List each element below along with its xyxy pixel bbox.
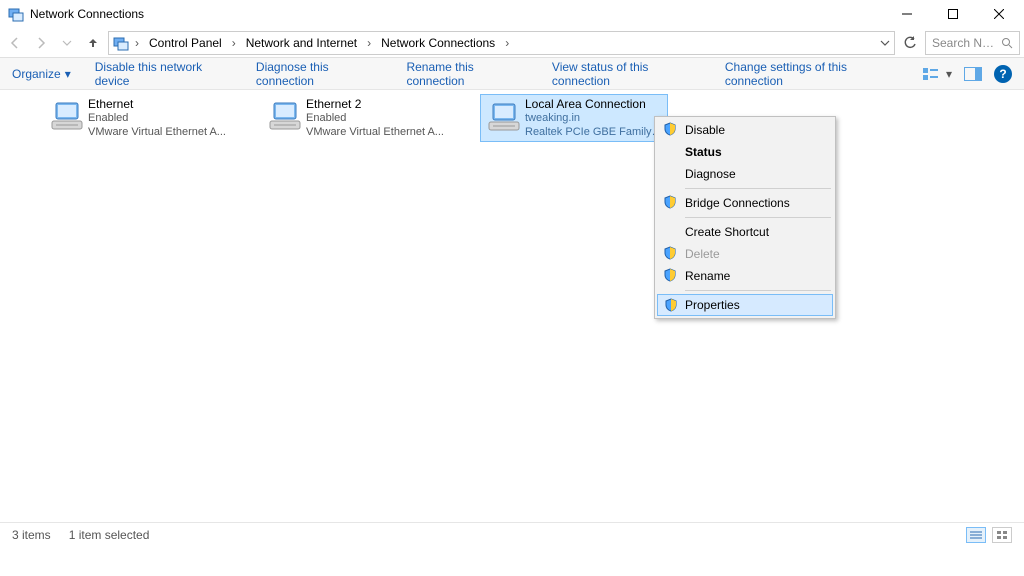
back-button[interactable] (4, 32, 26, 54)
context-menu: Disable Status Diagnose Bridge Connections C… (654, 116, 836, 319)
uac-shield-icon (663, 268, 677, 282)
recent-locations-button[interactable] (56, 32, 78, 54)
connection-name: Local Area Connection (525, 97, 663, 111)
window-title: Network Connections (30, 7, 144, 21)
app-icon (8, 6, 24, 22)
context-menu-item[interactable]: Status (657, 141, 833, 163)
uac-shield-icon (663, 195, 677, 209)
connection-item[interactable]: Ethernet 2 Enabled VMware Virtual Ethern… (262, 94, 477, 142)
connection-device: Realtek PCIe GBE Family C... (525, 125, 663, 139)
view-icon (922, 67, 938, 81)
search-icon (1001, 37, 1013, 49)
chevron-down-icon: ▾ (946, 67, 952, 81)
connection-status: Enabled (88, 111, 255, 125)
connection-device: VMware Virtual Ethernet A... (306, 125, 473, 139)
uac-shield-icon (664, 298, 678, 312)
details-view-button[interactable] (966, 527, 986, 543)
context-menu-item[interactable]: Diagnose (657, 163, 833, 185)
view-options[interactable]: ▾ (922, 67, 952, 81)
network-adapter-icon (485, 97, 525, 139)
chevron-down-icon: ▾ (65, 67, 71, 81)
context-menu-item: Delete (657, 243, 833, 265)
context-menu-label: Bridge Connections (685, 196, 790, 210)
connection-status: tweaking.in (525, 111, 663, 125)
context-menu-item[interactable]: Create Shortcut (657, 221, 833, 243)
context-menu-item[interactable]: Properties (657, 294, 833, 316)
connection-item-selected[interactable]: Local Area Connection tweaking.in Realte… (480, 94, 668, 142)
location-icon (113, 35, 129, 51)
chevron-right-icon[interactable]: › (228, 36, 240, 50)
context-menu-label: Rename (685, 269, 730, 283)
chevron-right-icon[interactable]: › (501, 36, 513, 50)
breadcrumb-item[interactable]: Network Connections (375, 32, 501, 54)
network-adapter-icon (48, 96, 88, 138)
maximize-button[interactable] (930, 0, 976, 28)
large-icons-view-button[interactable] (992, 527, 1012, 543)
address-bar[interactable]: › Control Panel › Network and Internet ›… (108, 31, 895, 55)
menu-separator (685, 290, 831, 291)
preview-pane-toggle[interactable] (964, 67, 982, 81)
context-menu-item[interactable]: Rename (657, 265, 833, 287)
command-bar: Organize ▾ Disable this network device D… (0, 58, 1024, 90)
cmd-view-status[interactable]: View status of this connection (552, 60, 701, 88)
connection-item[interactable]: Ethernet Enabled VMware Virtual Ethernet… (44, 94, 259, 142)
context-menu-label: Diagnose (685, 167, 736, 181)
context-menu-label: Disable (685, 123, 725, 137)
nav-bar: › Control Panel › Network and Internet ›… (0, 28, 1024, 58)
cmd-disable-device[interactable]: Disable this network device (95, 60, 232, 88)
menu-separator (685, 217, 831, 218)
cmd-rename[interactable]: Rename this connection (406, 60, 527, 88)
search-input[interactable]: Search Ne... (925, 31, 1020, 55)
forward-button[interactable] (30, 32, 52, 54)
cmd-change-settings[interactable]: Change settings of this connection (725, 60, 898, 88)
context-menu-item[interactable]: Bridge Connections (657, 192, 833, 214)
connection-device: VMware Virtual Ethernet A... (88, 125, 255, 139)
context-menu-label: Status (685, 145, 722, 159)
organize-label: Organize (12, 67, 61, 81)
search-placeholder: Search Ne... (932, 36, 995, 50)
status-selection-count: 1 item selected (69, 528, 150, 542)
breadcrumb-item[interactable]: Network and Internet (240, 32, 363, 54)
context-menu-label: Create Shortcut (685, 225, 769, 239)
up-button[interactable] (82, 32, 104, 54)
network-adapter-icon (266, 96, 306, 138)
context-menu-label: Delete (685, 247, 720, 261)
menu-separator (685, 188, 831, 189)
cmd-diagnose[interactable]: Diagnose this connection (256, 60, 383, 88)
connection-name: Ethernet (88, 97, 255, 111)
connection-status: Enabled (306, 111, 473, 125)
minimize-button[interactable] (884, 0, 930, 28)
help-button[interactable]: ? (994, 65, 1012, 83)
status-bar: 3 items 1 item selected (0, 522, 1024, 546)
content-area[interactable]: Ethernet Enabled VMware Virtual Ethernet… (0, 90, 1024, 546)
uac-shield-icon (663, 246, 677, 260)
title-bar: Network Connections (0, 0, 1024, 28)
context-menu-item[interactable]: Disable (657, 119, 833, 141)
chevron-right-icon[interactable]: › (131, 36, 143, 50)
chevron-right-icon[interactable]: › (363, 36, 375, 50)
status-item-count: 3 items (12, 528, 51, 542)
address-dropdown-icon[interactable] (880, 38, 890, 48)
connection-name: Ethernet 2 (306, 97, 473, 111)
context-menu-label: Properties (685, 298, 740, 312)
refresh-button[interactable] (899, 36, 921, 50)
uac-shield-icon (663, 122, 677, 136)
organize-menu[interactable]: Organize ▾ (12, 67, 71, 81)
breadcrumb-item[interactable]: Control Panel (143, 32, 228, 54)
close-button[interactable] (976, 0, 1022, 28)
